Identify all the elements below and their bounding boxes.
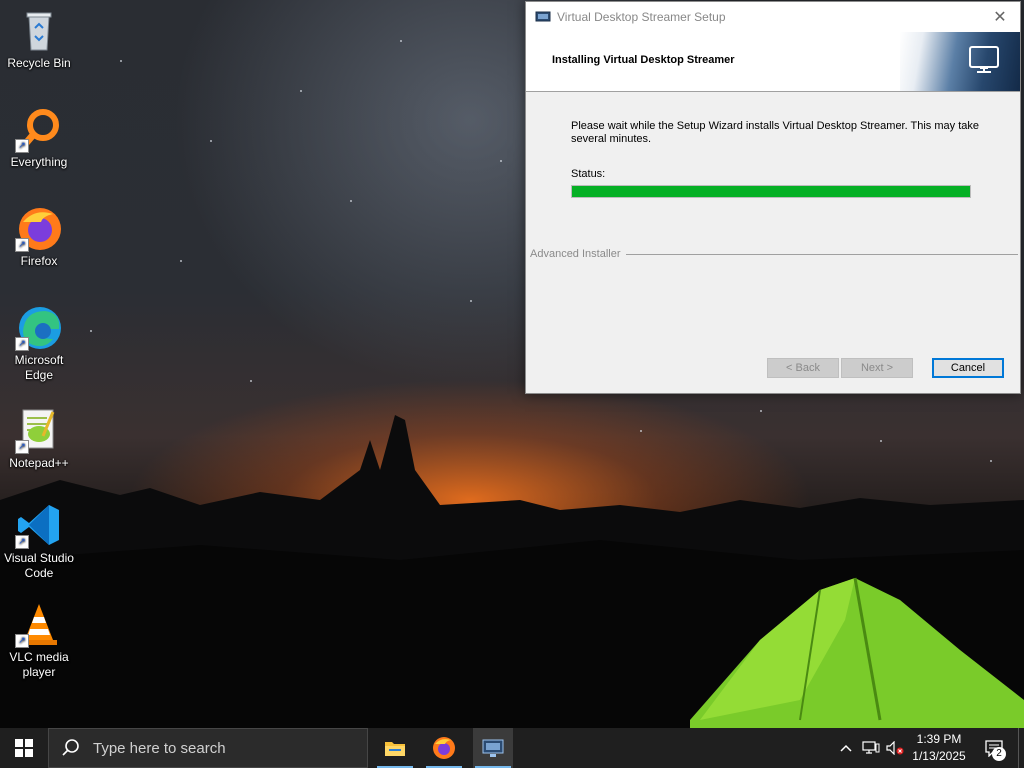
taskbar-clock[interactable]: 1:39 PM 1/13/2025 [904, 731, 974, 765]
desktop-icon-label: Visual Studio Code [4, 551, 74, 580]
taskbar-search-box[interactable]: Type here to search [48, 728, 368, 768]
recycle-bin-icon [15, 6, 63, 54]
network-icon [862, 741, 880, 754]
firefox-icon: ↗ [15, 204, 63, 252]
desktop-icon-recycle-bin[interactable]: Recycle Bin [2, 6, 76, 71]
status-label: Status: [571, 168, 606, 180]
shortcut-arrow-icon: ↗ [15, 337, 29, 351]
vscode-icon: ↗ [15, 501, 63, 549]
start-button[interactable] [0, 728, 48, 768]
notepad-plus-plus-icon: ↗ [15, 406, 63, 454]
notification-count-badge: 2 [992, 747, 1006, 761]
everything-search-icon: ↗ [15, 105, 63, 153]
search-icon [62, 739, 79, 756]
desktop-icon-label: Firefox [20, 254, 58, 268]
windows-logo-icon [15, 739, 33, 757]
setup-app-icon [482, 739, 504, 757]
network-tray-button[interactable] [860, 728, 882, 768]
firefox-icon [433, 737, 455, 759]
edge-icon: ↗ [15, 303, 63, 351]
install-progress-bar [571, 185, 971, 198]
taskbar-virtual-desktop-setup[interactable] [473, 728, 513, 768]
desktop-icon-label: Everything [10, 155, 68, 169]
clock-time: 1:39 PM [916, 732, 962, 746]
setup-app-icon [535, 11, 551, 22]
volume-muted-icon [886, 741, 904, 755]
shortcut-arrow-icon: ↗ [15, 440, 29, 454]
show-hidden-icons-button[interactable] [836, 728, 856, 768]
desktop-icon-label: Recycle Bin [7, 56, 71, 70]
desktop-icon-firefox[interactable]: ↗ Firefox [2, 204, 76, 269]
desktop-icon-label: Notepad++ [9, 456, 69, 470]
desktop-icon-label: Microsoft Edge [14, 353, 64, 382]
desktop-icon-notepad-plus-plus[interactable]: ↗ Notepad++ [2, 406, 76, 471]
taskbar-file-explorer[interactable] [375, 728, 415, 768]
desktop-icon-visual-studio-code[interactable]: ↗ Visual Studio Code [2, 501, 76, 581]
chevron-up-icon [840, 744, 852, 752]
desktop-icon-label: VLC media player [9, 650, 69, 679]
search-placeholder: Type here to search [93, 739, 226, 757]
desktop-icon-microsoft-edge[interactable]: ↗ Microsoft Edge [2, 303, 76, 383]
shortcut-arrow-icon: ↗ [15, 634, 29, 648]
wizard-content: Please wait while the Setup Wizard insta… [526, 92, 1020, 338]
brand-row: Advanced Installer [530, 248, 1018, 260]
window-title: Virtual Desktop Streamer Setup [557, 10, 726, 24]
advanced-installer-brand: Advanced Installer [530, 248, 624, 260]
install-message: Please wait while the Setup Wizard insta… [571, 120, 979, 145]
wizard-heading: Installing Virtual Desktop Streamer [552, 54, 735, 66]
back-button[interactable]: < Back [767, 358, 839, 378]
close-icon[interactable]: ✕ [980, 2, 1020, 32]
progress-fill [572, 186, 970, 197]
monitor-icon [969, 46, 999, 73]
folder-icon [385, 742, 405, 756]
clock-date: 1/13/2025 [912, 749, 966, 763]
desktop-icon-vlc[interactable]: ↗ VLC media player [2, 600, 76, 680]
setup-window[interactable]: Virtual Desktop Streamer Setup ✕ Install… [525, 1, 1021, 394]
taskbar: Type here to search 1:39 PM 1/13/2025 [0, 728, 1024, 768]
desktop-icon-everything[interactable]: ↗ Everything [2, 105, 76, 170]
banner-art [900, 32, 1020, 91]
show-desktop-button[interactable] [1018, 728, 1024, 768]
taskbar-firefox[interactable] [424, 728, 464, 768]
window-titlebar[interactable]: Virtual Desktop Streamer Setup ✕ [526, 2, 1020, 32]
wizard-banner: Installing Virtual Desktop Streamer [526, 32, 1020, 92]
cancel-button[interactable]: Cancel [932, 358, 1004, 378]
shortcut-arrow-icon: ↗ [15, 238, 29, 252]
shortcut-arrow-icon: ↗ [15, 535, 29, 549]
shortcut-arrow-icon: ↗ [15, 139, 29, 153]
vlc-cone-icon: ↗ [15, 600, 63, 648]
volume-tray-button[interactable] [884, 728, 906, 768]
brand-divider [626, 254, 1018, 255]
next-button[interactable]: Next > [841, 358, 913, 378]
